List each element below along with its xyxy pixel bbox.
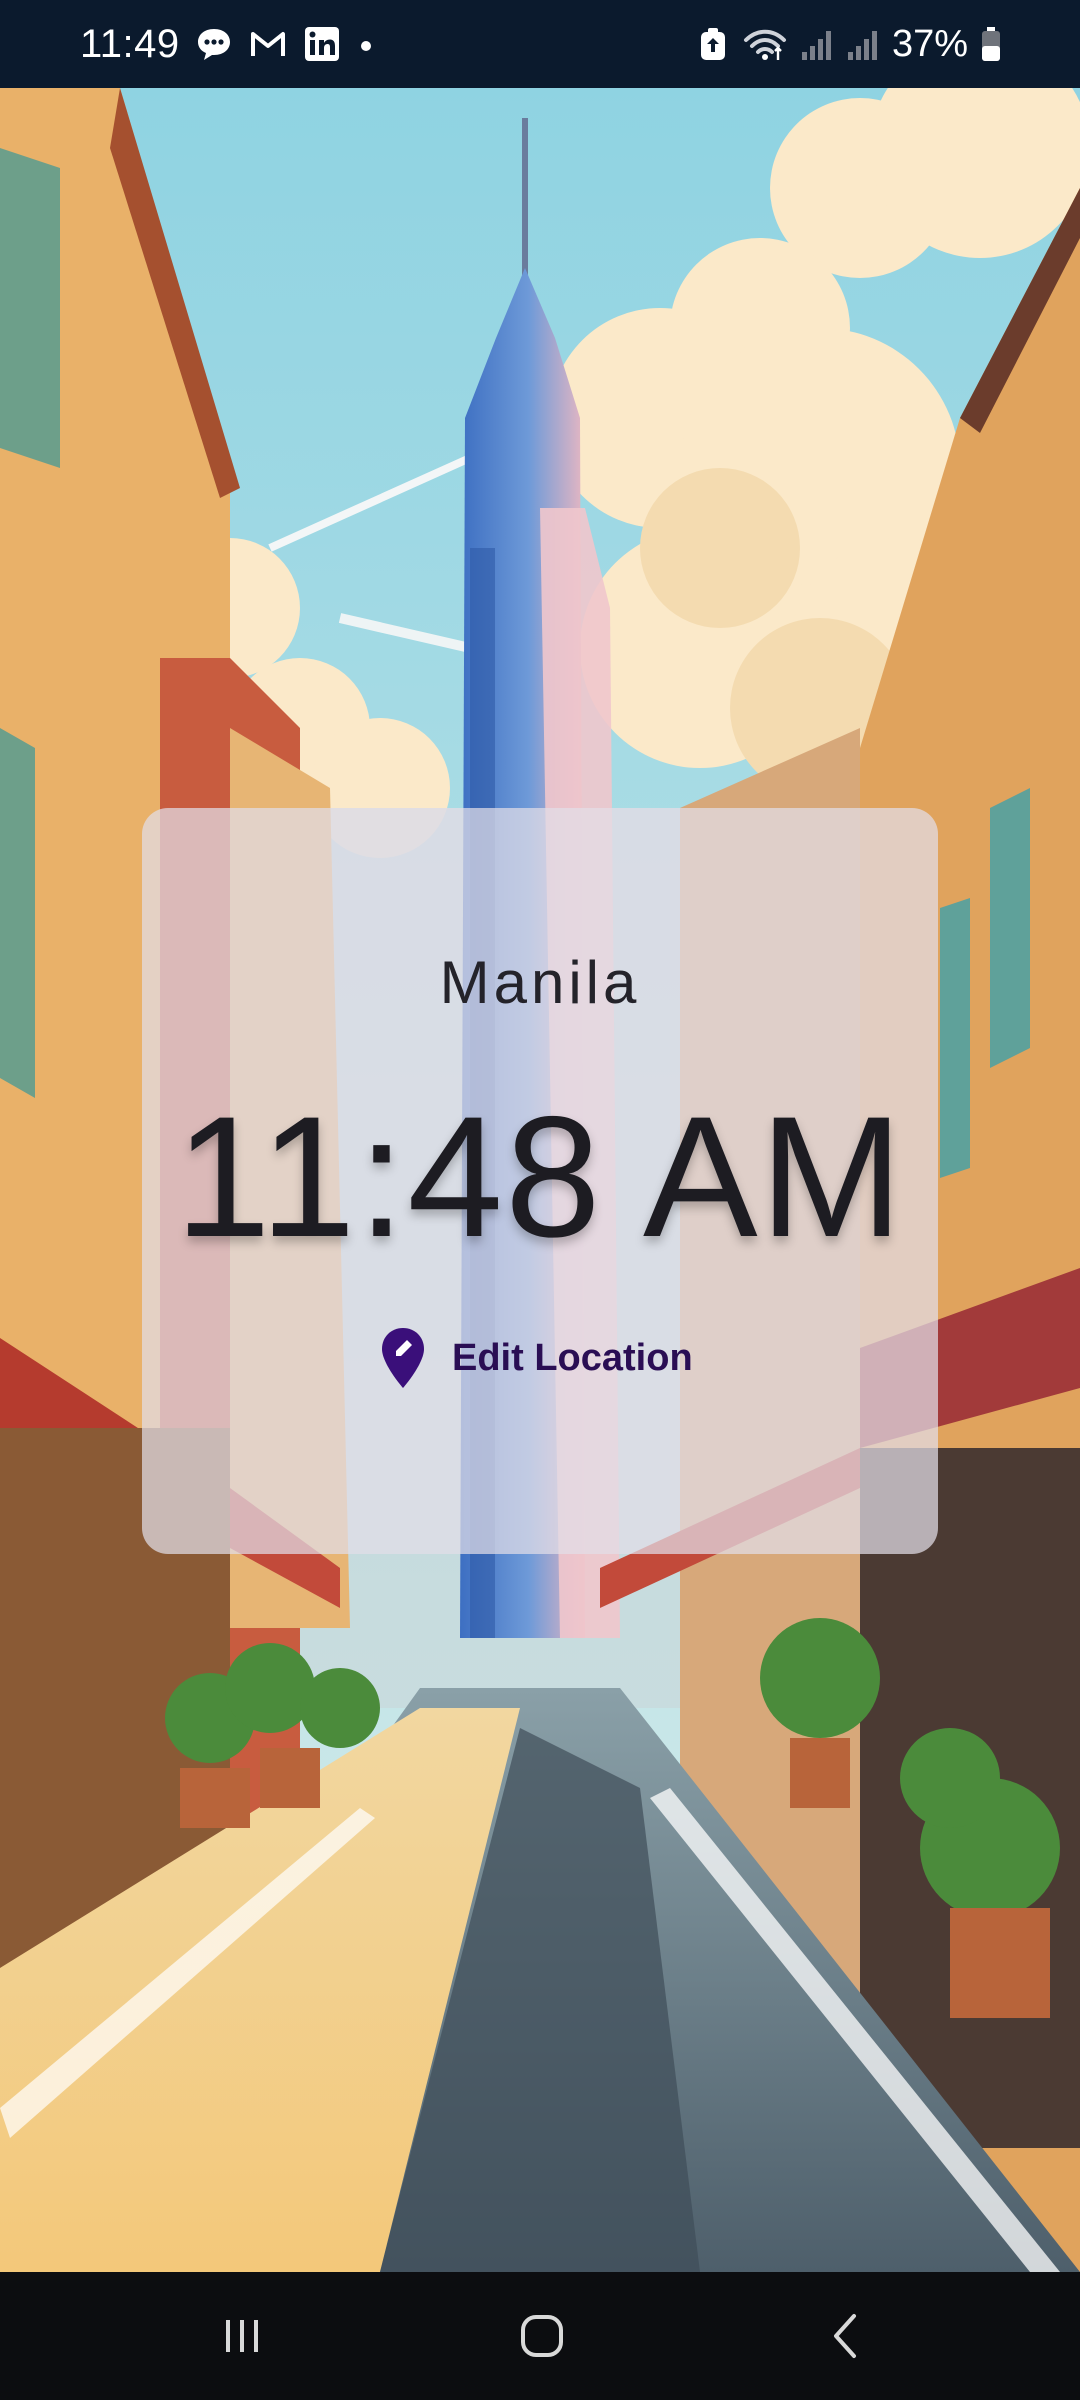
recent-apps-button[interactable] [182, 2296, 302, 2376]
home-button[interactable] [482, 2296, 602, 2376]
edit-location-label: Edit Location [452, 1336, 693, 1379]
signal-icon [800, 24, 834, 64]
home-icon [518, 2312, 566, 2360]
wifi-icon [742, 24, 788, 64]
chat-bubble-icon [194, 24, 234, 64]
edit-location-button[interactable]: Edit Location [380, 1320, 693, 1396]
city-name: Manila [439, 949, 641, 1016]
signal-icon [846, 24, 880, 64]
status-right: 37% [696, 0, 1002, 88]
location-edit-icon [380, 1326, 426, 1390]
dot-icon [356, 24, 376, 64]
navigation-bar [0, 2272, 1080, 2400]
current-time: 11:48 AM [175, 1081, 905, 1273]
status-bar: 11:49 37% [0, 0, 1080, 88]
screen: 11:49 37% Manila 11:48 AM Edit Location [0, 0, 1080, 2400]
status-time: 11:49 [80, 21, 180, 66]
clock-card: Manila 11:48 AM Edit Location [142, 808, 938, 1554]
battery-percent: 37% [891, 22, 968, 65]
back-icon [824, 2312, 868, 2360]
back-button[interactable] [786, 2296, 906, 2376]
data-saver-icon [696, 24, 730, 64]
gmail-icon [248, 24, 288, 64]
battery-icon [980, 24, 1002, 64]
recent-apps-icon [220, 2314, 264, 2358]
status-left: 11:49 [80, 0, 376, 88]
linkedin-icon [302, 24, 342, 64]
